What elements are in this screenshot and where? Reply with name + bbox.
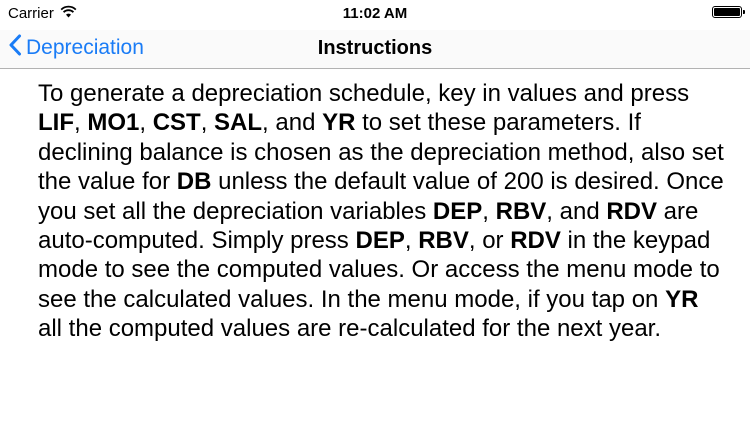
keyword-text: RDV <box>606 197 657 225</box>
instruction-text: , <box>404 227 419 255</box>
keyword-text: LIF <box>38 109 74 137</box>
keyword-text: SAL <box>214 109 263 137</box>
instruction-text: , <box>139 109 153 137</box>
status-time: 11:02 AM <box>342 5 408 22</box>
instruction-text: , <box>482 197 496 225</box>
navigation-bar: Depreciation Instructions <box>0 30 750 69</box>
keyword-text: DB <box>176 168 212 196</box>
instruction-text: , and <box>262 109 323 137</box>
status-bar: Carrier 11:02 AM <box>0 0 750 30</box>
instruction-text: , <box>200 109 215 137</box>
keyword-text: YR <box>322 109 356 137</box>
keyword-text: CST <box>152 109 201 137</box>
keyword-text: RBV <box>418 227 469 255</box>
instruction-text: all the computed values are re-calculate… <box>38 315 662 343</box>
instruction-text: , <box>74 109 88 137</box>
keyword-text: DEP <box>432 197 483 225</box>
instructions-text: To generate a depreciation schedule, key… <box>38 79 728 344</box>
battery-icon <box>712 6 745 18</box>
keyword-text: YR <box>665 285 699 313</box>
instruction-text: , or <box>468 227 511 255</box>
keyword-text: RBV <box>495 197 547 225</box>
page-title: Instructions <box>317 37 433 59</box>
instruction-text: To generate a depreciation schedule, key… <box>38 80 690 107</box>
instruction-text: , and <box>546 197 607 225</box>
keyword-text: RDV <box>510 227 561 255</box>
keyword-text: MO1 <box>87 109 140 137</box>
keyword-text: DEP <box>355 227 405 255</box>
